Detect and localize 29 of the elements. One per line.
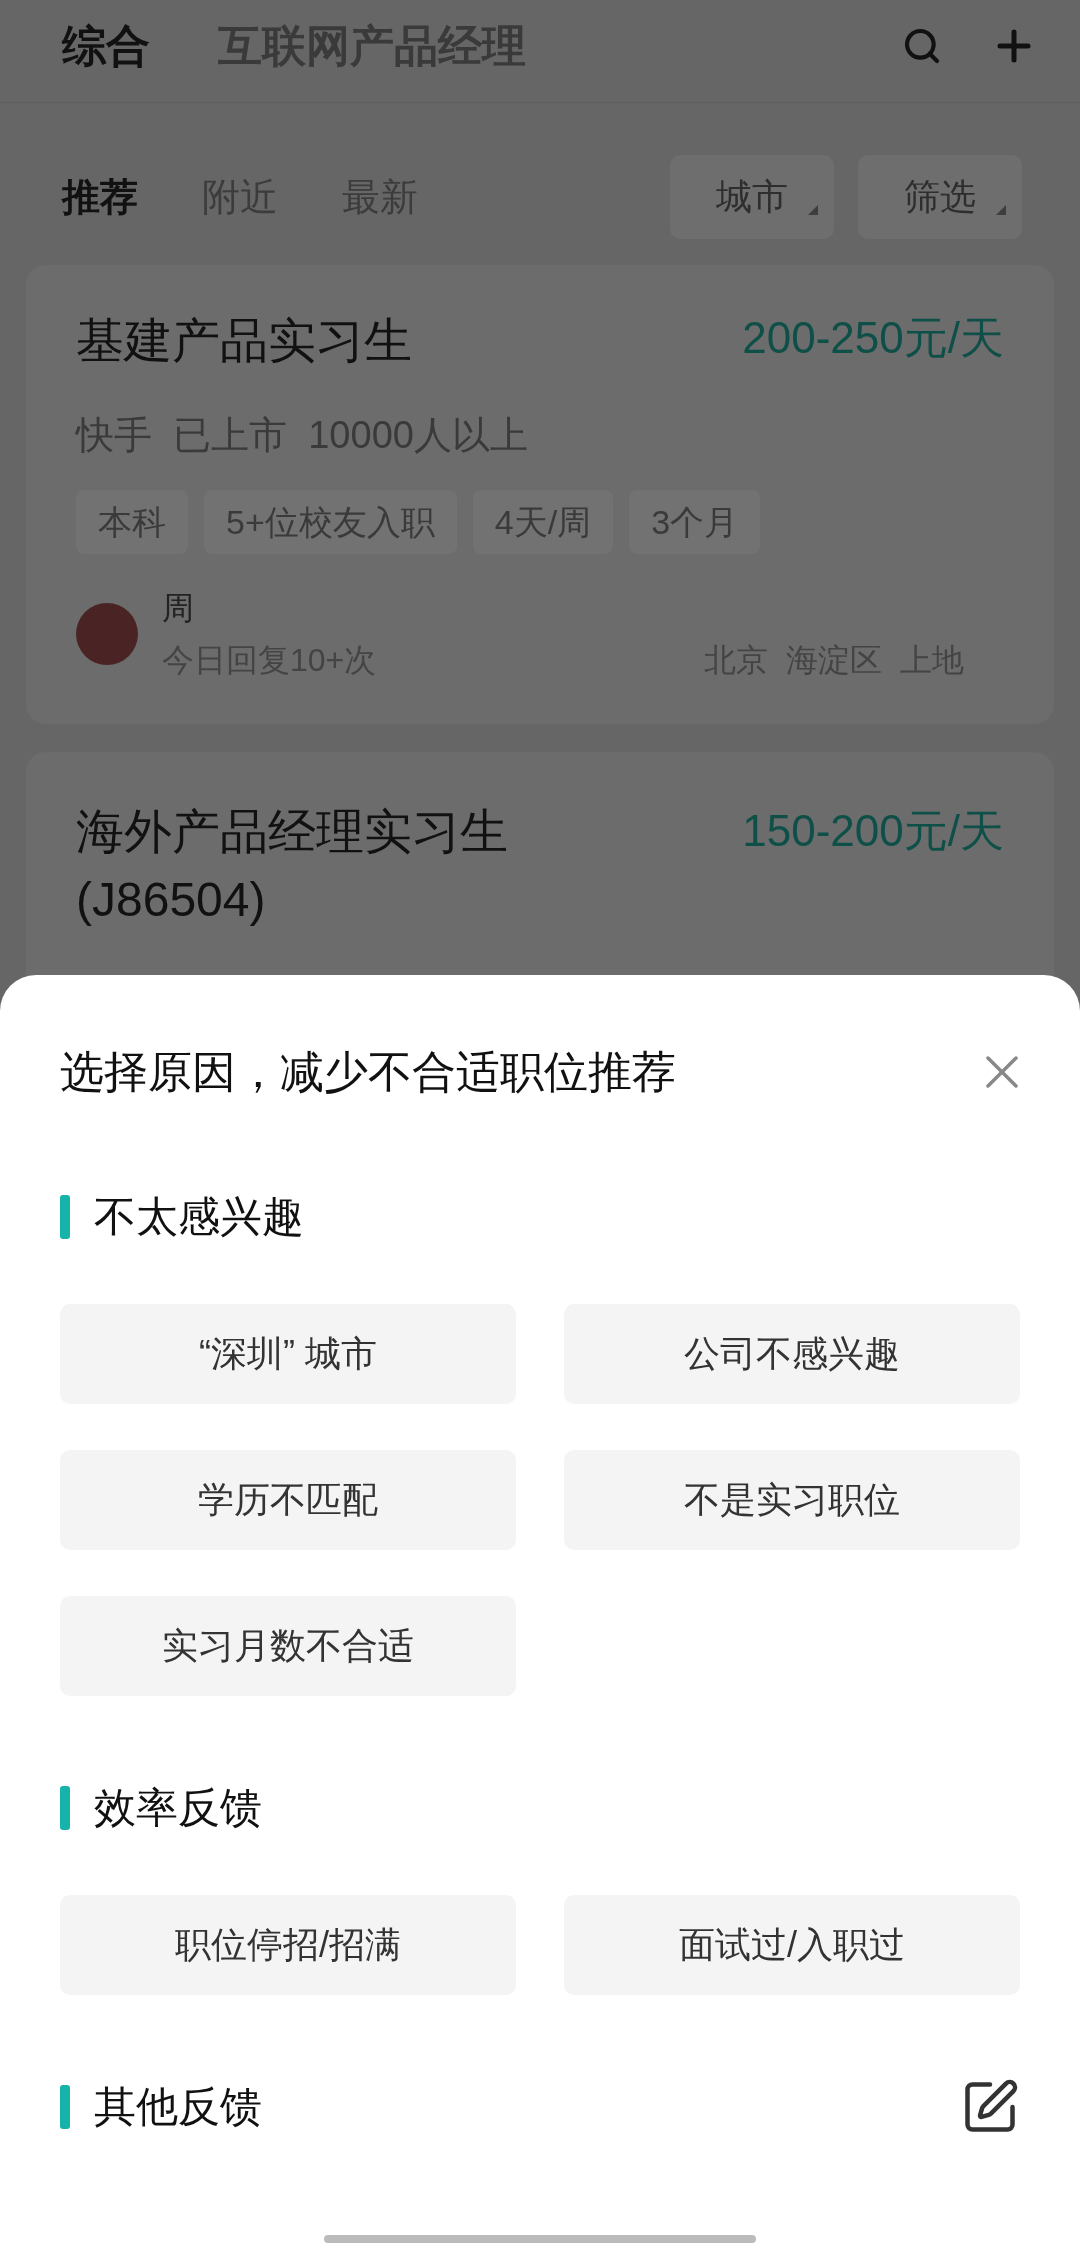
corner-icon [808,205,818,215]
filter-dropdown[interactable]: 筛选 [858,155,1022,239]
reason-option[interactable]: 不是实习职位 [564,1450,1020,1550]
section-heading: 效率反馈 [94,1783,262,1833]
filter-dropdown[interactable]: 城市 [670,155,834,239]
reason-option[interactable]: 面试过/入职过 [564,1895,1020,1995]
section-marker [60,2084,70,2129]
salary: 150-200元/天 [742,805,1004,857]
salary: 200-250元/天 [742,312,1004,364]
sub-tab[interactable]: 推荐 [62,168,138,226]
reason-option[interactable]: 实习月数不合适 [60,1596,516,1696]
job-tag: 4天/周 [472,490,614,554]
reason-option[interactable]: 公司不感兴趣 [564,1304,1020,1404]
section-heading: 其他反馈 [94,2082,262,2132]
job-tag: 本科 [76,490,188,554]
top-tab[interactable]: 综合 [62,13,150,79]
job-tag: 5+位校友入职 [204,490,457,554]
reason-option[interactable]: “深圳” 城市 [60,1304,516,1404]
job-title: 基建产品实习生 [76,313,412,369]
section-heading: 不太感兴趣 [94,1192,304,1242]
job-tag: 3个月 [629,490,761,554]
reason-option[interactable]: 学历不匹配 [60,1450,516,1550]
section-marker [60,1785,70,1830]
reason-option[interactable]: 职位停招/招满 [60,1895,516,1995]
section-marker [60,1194,70,1239]
recruiter-name: 周 [162,589,195,628]
corner-icon [996,205,1006,215]
job-title: 海外产品经理实习生 (J86504) [76,804,509,928]
search-icon[interactable] [902,26,942,66]
